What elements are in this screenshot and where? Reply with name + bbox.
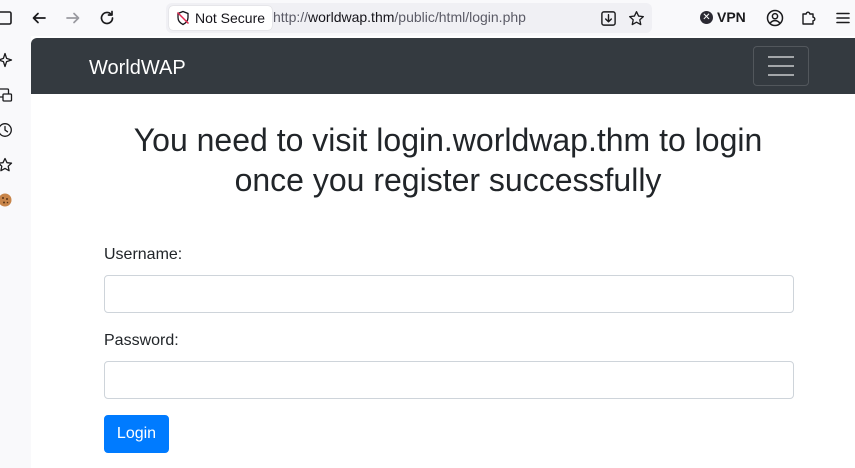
login-button[interactable]: Login [104,415,169,453]
vpn-status[interactable]: ✕ VPN [700,9,746,25]
history-icon[interactable] [0,121,14,139]
page-heading-line1: You need to visit login.worldwap.thm to … [133,122,763,158]
sidebar-toggle-icon[interactable] [0,6,16,30]
navbar-toggler-button[interactable] [753,46,809,86]
url-text[interactable]: http://worldwap.thm/public/html/login.ph… [273,9,526,25]
security-indicator[interactable]: Not Secure [169,6,273,30]
password-input[interactable] [104,361,794,399]
browser-toolbar: Not Secure http://worldwap.thm/public/ht… [0,0,855,36]
username-input[interactable] [104,275,794,313]
username-label: Username: [104,246,183,263]
bookmarks-icon[interactable] [0,156,14,174]
page-heading: You need to visit login.worldwap.thm to … [103,120,793,200]
reload-button[interactable] [95,6,119,30]
navbar-brand[interactable]: WorldWAP [89,56,186,80]
site-navbar: WorldWAP [31,38,855,94]
hamburger-icon [768,56,794,76]
web-page: WorldWAP You need to visit login.worldwa… [31,38,855,468]
bookmark-star-icon[interactable] [626,8,646,28]
browser-sidebar [0,36,31,468]
extensions-puzzle-icon[interactable] [797,6,821,30]
url-path: /public/html/login.php [394,9,526,25]
hamburger-menu-icon[interactable] [831,6,855,30]
page-heading-line2: once you register successfully [234,162,662,198]
synced-tabs-icon[interactable] [0,86,14,104]
back-button[interactable] [27,6,51,30]
vpn-status-icon: ✕ [700,10,713,24]
shield-slash-icon [176,10,190,26]
url-prefix: http:// [273,9,309,25]
security-label: Not Secure [195,10,266,26]
url-host: worldwap.thm [308,9,395,25]
url-bar[interactable]: Not Secure http://worldwap.thm/public/ht… [166,3,652,33]
forward-button[interactable] [61,6,85,30]
sparkle-icon[interactable] [0,51,14,69]
password-label: Password: [104,332,179,349]
vpn-label: VPN [717,9,746,25]
download-icon[interactable] [598,8,618,28]
cookie-icon[interactable] [0,191,14,209]
account-icon[interactable] [763,6,787,30]
